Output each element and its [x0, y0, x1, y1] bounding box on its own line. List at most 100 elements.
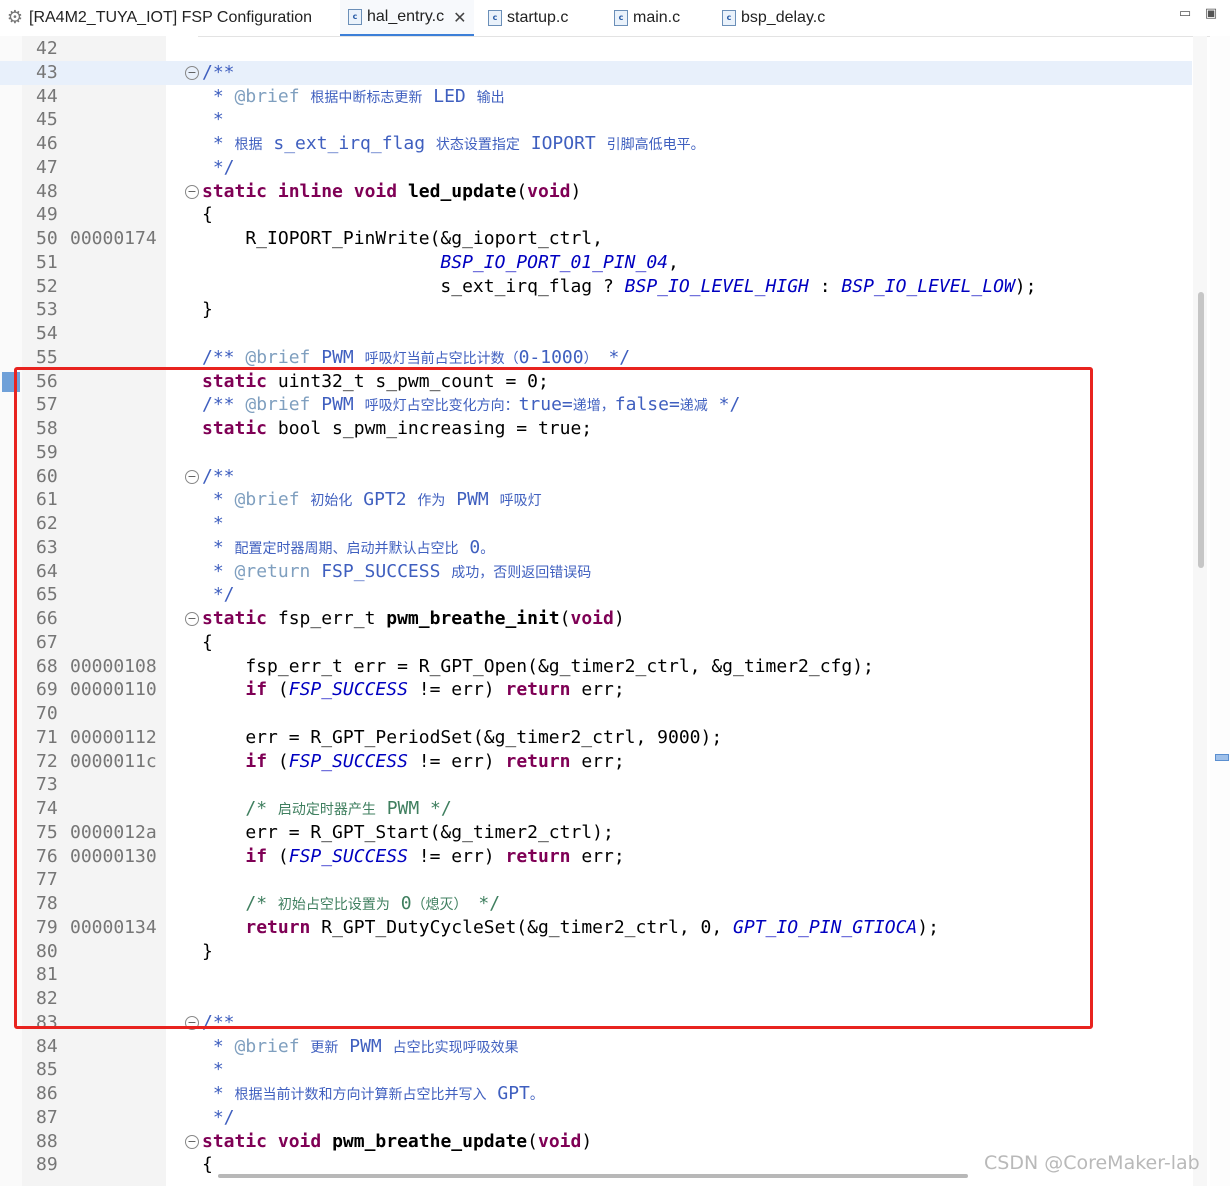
code-text[interactable]: /* 启动定时器产生 PWM */	[202, 797, 451, 823]
horizontal-scrollbar-thumb[interactable]	[218, 1174, 968, 1178]
code-text[interactable]: /** @brief PWM 呼吸灯当前占空比计数（0-1000） */	[202, 346, 630, 372]
fold-toggle-icon[interactable]: −	[185, 1134, 199, 1149]
code-text[interactable]: static fsp_err_t pwm_breathe_init(void)	[202, 607, 625, 631]
code-text[interactable]: */	[202, 583, 235, 607]
code-line[interactable]: 83 −/**	[0, 1011, 1192, 1035]
code-line[interactable]: 68 00000108 fsp_err_t err = R_GPT_Open(&g…	[0, 655, 1192, 679]
code-text[interactable]: static bool s_pwm_increasing = true;	[202, 417, 592, 441]
code-text[interactable]: *	[202, 108, 224, 132]
code-text[interactable]: err = R_GPT_Start(&g_timer2_ctrl);	[202, 821, 613, 845]
code-text[interactable]: /* 初始占空比设置为 0（熄灭） */	[202, 892, 500, 918]
code-line[interactable]: 55 /** @brief PWM 呼吸灯当前占空比计数（0-1000） */	[0, 346, 1192, 370]
code-line[interactable]: 88 − static void pwm_breathe_update(void)	[0, 1130, 1192, 1154]
code-text[interactable]: * @brief 更新 PWM 占空比实现呼吸效果	[202, 1035, 519, 1061]
code-line[interactable]: 65 */	[0, 583, 1192, 607]
vertical-scrollbar[interactable]	[1193, 36, 1207, 1186]
code-line[interactable]: 84 * @brief 更新 PWM 占空比实现呼吸效果	[0, 1035, 1192, 1059]
code-text[interactable]: *	[202, 1058, 224, 1082]
code-line[interactable]: 64 * @return FSP_SUCCESS 成功，否则返回错误码	[0, 560, 1192, 584]
code-text[interactable]: s_ext_irq_flag ? BSP_IO_LEVEL_HIGH : BSP…	[202, 275, 1036, 299]
code-line[interactable]: 60 −/**	[0, 465, 1192, 489]
bookmark-marker[interactable]	[2, 371, 20, 392]
code-line[interactable]: 49 {	[0, 203, 1192, 227]
vertical-scrollbar-thumb[interactable]	[1198, 292, 1204, 568]
code-text[interactable]: err = R_GPT_PeriodSet(&g_timer2_ctrl, 90…	[202, 726, 722, 750]
code-line[interactable]: 73	[0, 773, 1192, 797]
code-text[interactable]: {	[202, 203, 213, 227]
code-line[interactable]: 61 * @brief 初始化 GPT2 作为 PWM 呼吸灯	[0, 488, 1192, 512]
code-text[interactable]: if (FSP_SUCCESS != err) return err;	[202, 845, 624, 869]
maximize-icon[interactable]: ▣	[1204, 7, 1218, 20]
code-line[interactable]: 58 static bool s_pwm_increasing = true;	[0, 417, 1192, 441]
code-line[interactable]: 69 00000110 if (FSP_SUCCESS != err) retur…	[0, 678, 1192, 702]
code-line[interactable]: 66 − static fsp_err_t pwm_breathe_init(voi…	[0, 607, 1192, 631]
code-text[interactable]: * 配置定时器周期、启动并默认占空比 0。	[202, 536, 494, 562]
code-line[interactable]: 43 −/**	[0, 60, 1192, 85]
code-text[interactable]: */	[202, 156, 235, 180]
fold-toggle-icon[interactable]: −	[185, 1015, 199, 1030]
code-line[interactable]: 63 * 配置定时器周期、启动并默认占空比 0。	[0, 536, 1192, 560]
code-line[interactable]: 85 *	[0, 1058, 1192, 1082]
code-line[interactable]: 46 * 根据 s_ext_irq_flag 状态设置指定 IOPORT 引脚高…	[0, 132, 1192, 156]
code-line[interactable]: 67 {	[0, 631, 1192, 655]
code-line[interactable]: 71 00000112 err = R_GPT_PeriodSet(&g_time…	[0, 726, 1192, 750]
code-text[interactable]: }	[202, 298, 213, 322]
fold-toggle-icon[interactable]: −	[185, 184, 199, 199]
fold-toggle-icon[interactable]: −	[185, 469, 199, 484]
code-line[interactable]: 70	[0, 702, 1192, 726]
code-text[interactable]: /**	[202, 1011, 235, 1035]
code-text[interactable]: return R_GPT_DutyCycleSet(&g_timer2_ctrl…	[202, 916, 939, 940]
code-text[interactable]: static uint32_t s_pwm_count = 0;	[202, 370, 549, 394]
code-line[interactable]: 78 /* 初始占空比设置为 0（熄灭） */	[0, 892, 1192, 916]
code-line[interactable]: 79 00000134 return R_GPT_DutyCycleSet(&g_…	[0, 916, 1192, 940]
code-line[interactable]: 77	[0, 868, 1192, 892]
code-line[interactable]: 52 s_ext_irq_flag ? BSP_IO_LEVEL_HIGH : …	[0, 275, 1192, 299]
fold-toggle-icon[interactable]: −	[185, 65, 199, 80]
code-line[interactable]: 50 00000174 R_IOPORT_PinWrite(&g_ioport_c…	[0, 227, 1192, 251]
code-text[interactable]: if (FSP_SUCCESS != err) return err;	[202, 678, 624, 702]
tab-startup[interactable]: c startup.c	[488, 0, 568, 36]
code-text[interactable]: static inline void led_update(void)	[202, 180, 581, 204]
code-line[interactable]: 45 *	[0, 108, 1192, 132]
code-line[interactable]: 42	[0, 37, 1192, 61]
close-icon[interactable]: ✕	[453, 8, 466, 27]
code-text[interactable]: * 根据当前计数和方向计算新占空比并写入 GPT。	[202, 1082, 544, 1108]
code-line[interactable]: 44 * @brief 根据中断标志更新 LED 输出	[0, 85, 1192, 109]
code-text[interactable]: /**	[202, 61, 235, 85]
code-line[interactable]: 53}	[0, 298, 1192, 322]
code-text[interactable]: * @return FSP_SUCCESS 成功，否则返回错误码	[202, 560, 591, 586]
code-text[interactable]: }	[202, 940, 213, 964]
code-line[interactable]: 47 */	[0, 156, 1192, 180]
code-text[interactable]: if (FSP_SUCCESS != err) return err;	[202, 750, 624, 774]
code-line[interactable]: 56 static uint32_t s_pwm_count = 0;	[0, 370, 1192, 394]
code-text[interactable]: fsp_err_t err = R_GPT_Open(&g_timer2_ctr…	[202, 655, 874, 679]
code-line[interactable]: 81	[0, 963, 1192, 987]
code-text[interactable]: {	[202, 631, 213, 655]
code-text[interactable]: R_IOPORT_PinWrite(&g_ioport_ctrl,	[202, 227, 603, 251]
code-line[interactable]: 76 00000130 if (FSP_SUCCESS != err) retur…	[0, 845, 1192, 869]
code-text[interactable]: {	[202, 1153, 213, 1177]
code-line[interactable]: 72 0000011c if (FSP_SUCCESS != err) retur…	[0, 750, 1192, 774]
code-line[interactable]: 82	[0, 987, 1192, 1011]
code-line[interactable]: 74 /* 启动定时器产生 PWM */	[0, 797, 1192, 821]
code-text[interactable]: *	[202, 512, 224, 536]
code-line[interactable]: 54	[0, 322, 1192, 346]
overview-marker[interactable]	[1215, 754, 1229, 761]
code-text[interactable]: /**	[202, 465, 235, 489]
code-text[interactable]: static void pwm_breathe_update(void)	[202, 1130, 592, 1154]
code-line[interactable]: 86 * 根据当前计数和方向计算新占空比并写入 GPT。	[0, 1082, 1192, 1106]
code-text[interactable]: * @brief 初始化 GPT2 作为 PWM 呼吸灯	[202, 488, 542, 514]
code-line[interactable]: 62 *	[0, 512, 1192, 536]
tab-main[interactable]: c main.c	[614, 0, 680, 36]
code-text[interactable]: /** @brief PWM 呼吸灯占空比变化方向：true=递增，false=…	[202, 393, 740, 419]
code-line[interactable]: 57 /** @brief PWM 呼吸灯占空比变化方向：true=递增，fals…	[0, 393, 1192, 417]
tab-bsp-delay[interactable]: c bsp_delay.c	[722, 0, 825, 36]
code-line[interactable]: 51 BSP_IO_PORT_01_PIN_04,	[0, 251, 1192, 275]
code-text[interactable]: BSP_IO_PORT_01_PIN_04,	[202, 251, 678, 275]
fold-toggle-icon[interactable]: −	[185, 612, 199, 626]
code-text[interactable]: * 根据 s_ext_irq_flag 状态设置指定 IOPORT 引脚高低电平…	[202, 132, 705, 158]
code-editor[interactable]: 42 43−/** 44 * @brief 根据中断标志更新 LED 输出 45 * 4…	[0, 36, 1230, 1186]
code-text[interactable]: */	[202, 1106, 235, 1130]
tab-fsp-configuration[interactable]: ⚙ [RA4M2_TUYA_IOT] FSP Configuration	[6, 0, 312, 36]
code-line[interactable]: 75 0000012a err = R_GPT_Start(&g_timer2_c…	[0, 821, 1192, 845]
